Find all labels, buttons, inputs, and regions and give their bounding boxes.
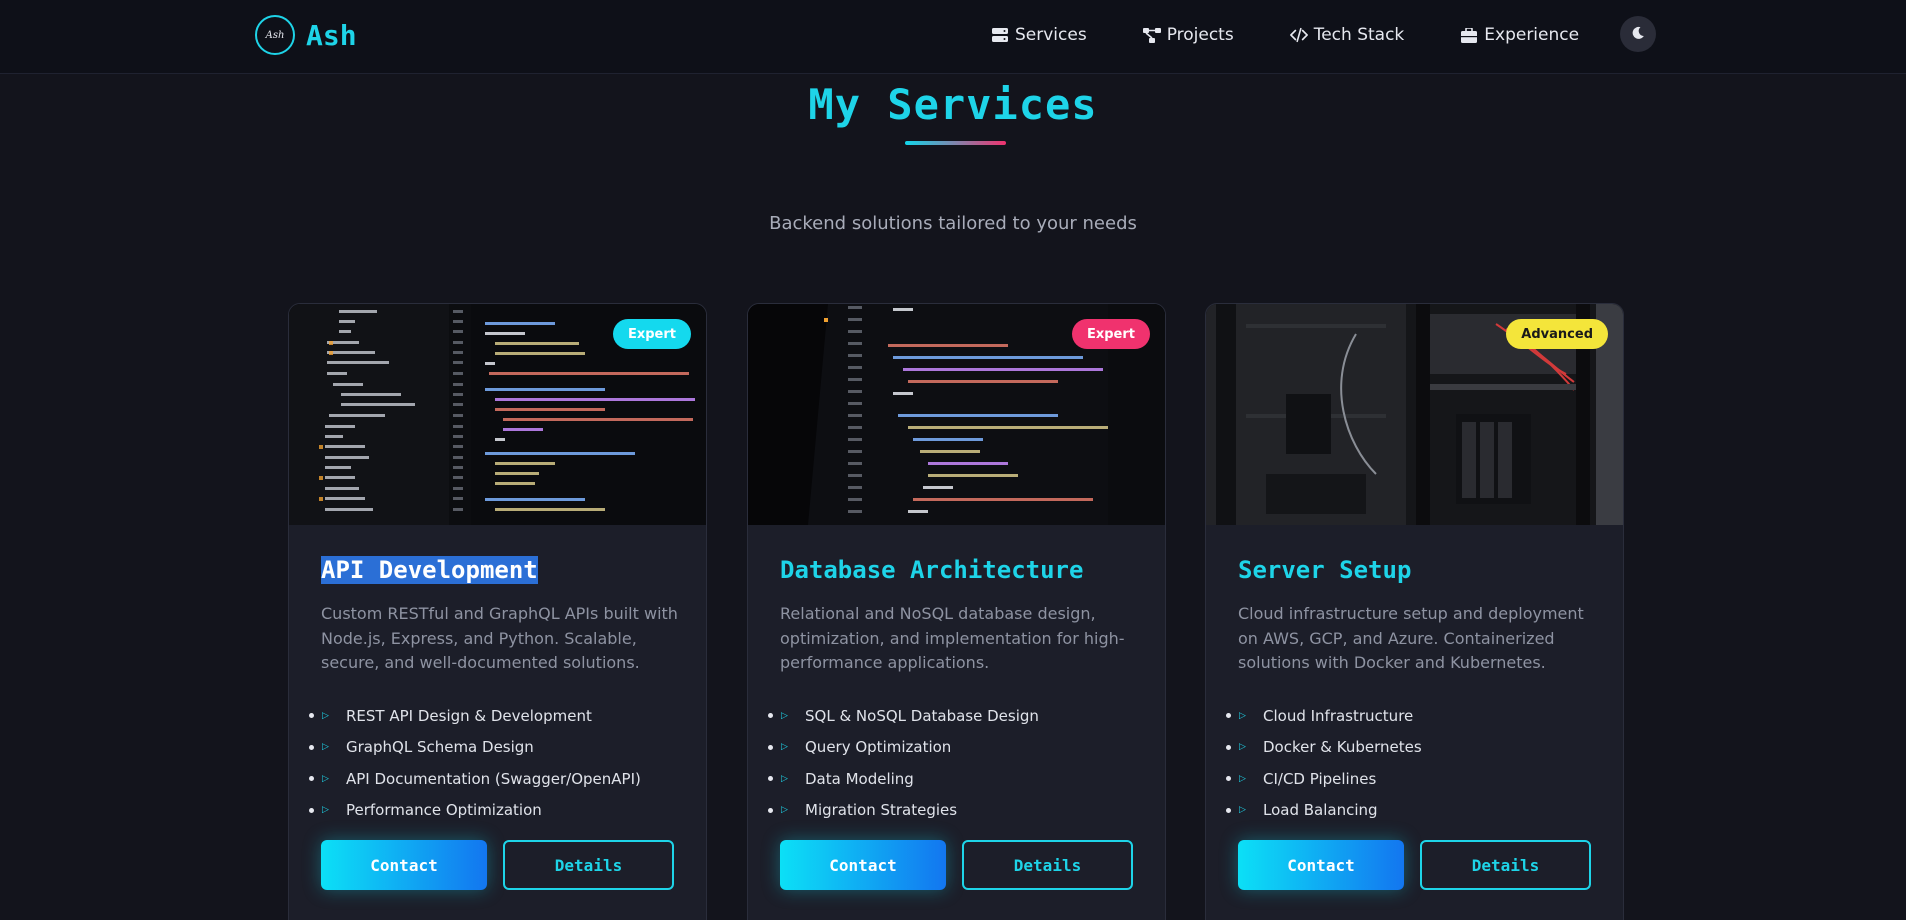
details-button[interactable]: Details — [962, 840, 1133, 890]
feature-item: ▷ Load Balancing — [1226, 795, 1422, 827]
feature-item: ▷ API Documentation (Swagger/OpenAPI) — [309, 763, 641, 795]
bullet-icon — [768, 744, 773, 750]
nav-link-services[interactable]: Services — [991, 24, 1087, 46]
feature-item: ▷ SQL & NoSQL Database Design — [768, 700, 1039, 732]
feature-label: Data Modeling — [805, 769, 914, 788]
briefcase-icon — [1460, 27, 1478, 43]
skill-badge: Advanced — [1506, 319, 1608, 349]
card-description: Cloud infrastructure setup and deploymen… — [1238, 604, 1584, 672]
nav-links: Services Projects Tech Stack Experience — [991, 24, 1635, 46]
brand[interactable]: Ash Ash — [255, 15, 357, 55]
feature-item: ▷ GraphQL Schema Design — [309, 732, 641, 764]
navbar: Ash Ash Services Projects Tech Stack Exp… — [0, 0, 1906, 74]
card-description: Custom RESTful and GraphQL APIs built wi… — [321, 604, 678, 672]
feature-item: ▷ Data Modeling — [768, 763, 1039, 795]
play-arrow-icon: ▷ — [322, 710, 329, 721]
theme-toggle-button[interactable] — [1620, 16, 1656, 52]
skill-badge: Expert — [612, 319, 691, 349]
play-arrow-icon: ▷ — [322, 773, 329, 784]
feature-label: Performance Optimization — [346, 801, 542, 820]
card-image-server-rack: Advanced — [1206, 304, 1623, 525]
play-arrow-icon: ▷ — [781, 710, 788, 721]
contact-button[interactable]: Contact — [1238, 840, 1404, 890]
details-button[interactable]: Details — [1420, 840, 1591, 890]
contact-button[interactable]: Contact — [321, 840, 487, 890]
feature-list: ▷ REST API Design & Development ▷ GraphQL … — [309, 700, 641, 826]
feature-label: Migration Strategies — [805, 801, 958, 820]
feature-item: ▷ CI/CD Pipelines — [1226, 763, 1422, 795]
play-arrow-icon: ▷ — [1239, 805, 1246, 816]
play-arrow-icon: ▷ — [781, 805, 788, 816]
play-arrow-icon: ▷ — [322, 805, 329, 816]
play-arrow-icon: ▷ — [322, 742, 329, 753]
bullet-icon — [1226, 776, 1231, 782]
feature-list: ▷ Cloud Infrastructure ▷ Docker & Kubernet… — [1226, 700, 1422, 826]
bullet-icon — [1226, 807, 1231, 813]
play-arrow-icon: ▷ — [781, 742, 788, 753]
server-icon — [991, 27, 1009, 43]
play-arrow-icon: ▷ — [1239, 773, 1246, 784]
moon-icon — [1631, 25, 1645, 44]
feature-label: API Documentation (Swagger/OpenAPI) — [346, 769, 641, 788]
feature-item: ▷ Performance Optimization — [309, 795, 641, 827]
nav-link-tech-stack[interactable]: Tech Stack — [1289, 24, 1405, 46]
bullet-icon — [309, 807, 314, 813]
nav-link-label: Experience — [1484, 25, 1580, 45]
feature-label: GraphQL Schema Design — [346, 738, 534, 757]
bullet-icon — [309, 776, 314, 782]
details-button[interactable]: Details — [503, 840, 674, 890]
feature-item: ▷ Query Optimization — [768, 732, 1039, 764]
play-arrow-icon: ▷ — [1239, 742, 1246, 753]
card-description: Relational and NoSQL database design, op… — [780, 604, 1125, 672]
nav-link-label: Services — [1015, 25, 1087, 45]
bullet-icon — [309, 744, 314, 750]
nav-link-projects[interactable]: Projects — [1142, 24, 1234, 46]
feature-label: CI/CD Pipelines — [1263, 769, 1377, 788]
contact-button[interactable]: Contact — [780, 840, 946, 890]
service-card-api-development: Expert API Development Custom RESTful an… — [288, 303, 707, 920]
bullet-icon — [1226, 713, 1231, 719]
feature-label: Cloud Infrastructure — [1263, 706, 1414, 725]
feature-item: ▷ Cloud Infrastructure — [1226, 700, 1422, 732]
bullet-icon — [1226, 744, 1231, 750]
feature-item: ▷ REST API Design & Development — [309, 700, 641, 732]
skill-badge: Expert — [1071, 319, 1150, 349]
section-title: My Services — [808, 80, 1098, 129]
service-card-database-architecture: Expert Database Architecture Relational … — [747, 303, 1166, 920]
feature-list: ▷ SQL & NoSQL Database Design ▷ Query Opti… — [768, 700, 1039, 826]
section-subtitle: Backend solutions tailored to your needs — [769, 213, 1137, 234]
feature-item: ▷ Migration Strategies — [768, 795, 1039, 827]
feature-label: SQL & NoSQL Database Design — [805, 706, 1039, 725]
brand-logo: Ash — [255, 15, 295, 55]
nav-link-label: Projects — [1166, 25, 1234, 45]
project-diagram-icon — [1142, 27, 1161, 43]
card-title: Database Architecture — [780, 556, 1084, 584]
nav-link-label: Tech Stack — [1313, 25, 1405, 45]
feature-label: Query Optimization — [805, 738, 952, 757]
service-card-server-setup: Advanced Server Setup Cloud infrastructu… — [1205, 303, 1624, 920]
card-image-code-screen: Expert — [748, 304, 1165, 525]
nav-link-experience[interactable]: Experience — [1460, 24, 1579, 46]
card-title: API Development — [321, 556, 538, 584]
bullet-icon — [309, 713, 314, 719]
feature-label: Docker & Kubernetes — [1263, 738, 1422, 757]
feature-item: ▷ Docker & Kubernetes — [1226, 732, 1422, 764]
bullet-icon — [768, 807, 773, 813]
play-arrow-icon: ▷ — [781, 773, 788, 784]
feature-label: Load Balancing — [1263, 801, 1378, 820]
brand-name: Ash — [306, 18, 357, 52]
bullet-icon — [768, 776, 773, 782]
bullet-icon — [768, 713, 773, 719]
play-arrow-icon: ▷ — [1239, 710, 1246, 721]
card-title: Server Setup — [1238, 556, 1412, 584]
title-underline — [905, 141, 1006, 145]
card-image-code-editor: Expert — [289, 304, 706, 525]
code-icon — [1289, 27, 1308, 43]
feature-label: REST API Design & Development — [346, 706, 592, 725]
